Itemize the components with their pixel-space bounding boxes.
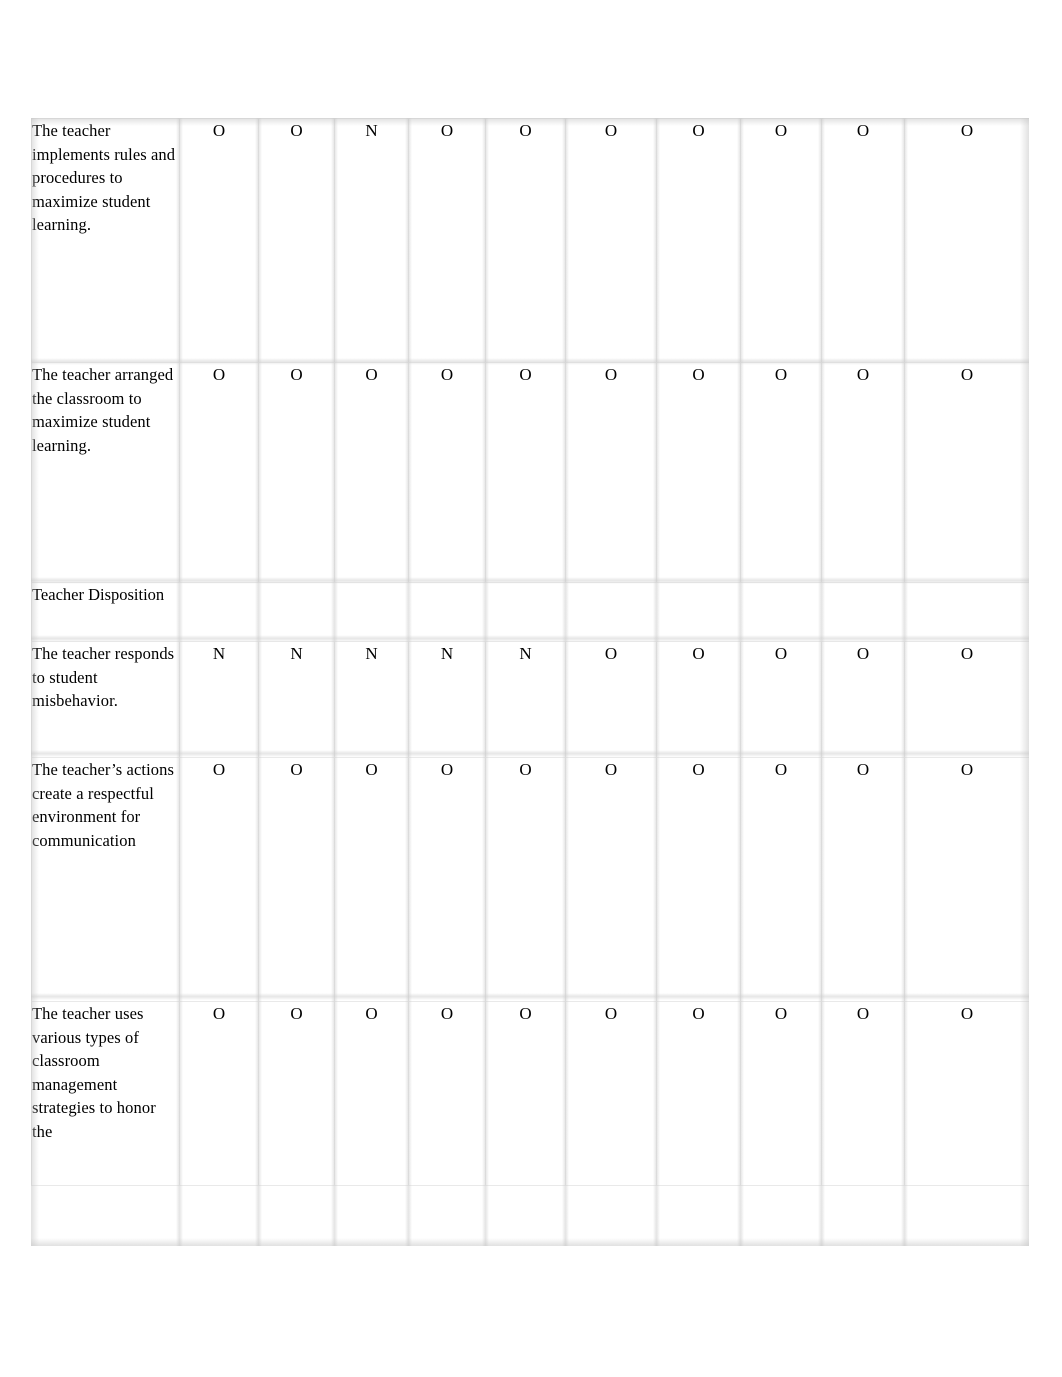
rating-cell[interactable]: O: [565, 118, 657, 363]
rubric-table: The teacher implements rules and procedu…: [31, 118, 1029, 1186]
rating-cell[interactable]: O: [656, 118, 741, 363]
rating-cell[interactable]: O: [179, 362, 259, 583]
rating-cell[interactable]: O: [656, 362, 741, 583]
rating-cell[interactable]: O: [179, 1001, 259, 1186]
table-row: The teacher responds to student misbehav…: [31, 641, 1029, 758]
rating-cell[interactable]: O: [821, 757, 905, 1002]
rating-cell[interactable]: O: [334, 362, 409, 583]
rating-cell[interactable]: O: [740, 118, 822, 363]
table-row: The teacher uses various types of classr…: [31, 1001, 1029, 1186]
criterion-label: The teacher implements rules and procedu…: [31, 118, 180, 363]
rating-cell[interactable]: O: [565, 757, 657, 1002]
rating-cell[interactable]: O: [408, 118, 486, 363]
rating-cell[interactable]: O: [179, 757, 259, 1002]
rating-cell[interactable]: O: [740, 1001, 822, 1186]
rating-cell[interactable]: O: [904, 757, 1029, 1002]
rating-cell[interactable]: N: [485, 641, 566, 758]
rating-cell[interactable]: O: [821, 362, 905, 583]
rating-cell[interactable]: O: [656, 1001, 741, 1186]
rating-cell[interactable]: O: [334, 1001, 409, 1186]
table-row: The teacher implements rules and procedu…: [31, 118, 1029, 363]
document-page: The teacher implements rules and procedu…: [0, 0, 1062, 1377]
rating-cell[interactable]: N: [258, 641, 335, 758]
rating-cell[interactable]: O: [821, 641, 905, 758]
rating-cell[interactable]: N: [408, 641, 486, 758]
rating-cell[interactable]: N: [334, 641, 409, 758]
rating-cell[interactable]: O: [740, 757, 822, 1002]
criterion-label: The teacher responds to student misbehav…: [31, 641, 180, 758]
rating-cell[interactable]: N: [334, 118, 409, 363]
table-row: The teacher arranged the classroom to ma…: [31, 362, 1029, 583]
rating-cell[interactable]: O: [904, 641, 1029, 758]
rating-cell[interactable]: O: [821, 1001, 905, 1186]
rating-cell[interactable]: O: [740, 641, 822, 758]
rating-cell[interactable]: O: [904, 362, 1029, 583]
rating-cell[interactable]: O: [821, 118, 905, 363]
rating-cell[interactable]: N: [179, 641, 259, 758]
rating-cell[interactable]: O: [565, 362, 657, 583]
rating-cell[interactable]: O: [565, 641, 657, 758]
rating-cell[interactable]: O: [258, 757, 335, 1002]
table-section-row: Teacher Disposition: [31, 582, 1029, 642]
rating-cell[interactable]: O: [485, 1001, 566, 1186]
criterion-label: The teacher’s actions create a respectfu…: [31, 757, 180, 1002]
rating-cell[interactable]: O: [408, 362, 486, 583]
rating-cell[interactable]: O: [904, 118, 1029, 363]
rating-cell[interactable]: O: [258, 118, 335, 363]
rating-cell[interactable]: O: [258, 1001, 335, 1186]
rating-cell[interactable]: O: [565, 1001, 657, 1186]
rubric-table-container: The teacher implements rules and procedu…: [31, 118, 1029, 1246]
rating-cell[interactable]: O: [656, 757, 741, 1002]
rating-cell[interactable]: O: [740, 362, 822, 583]
section-heading: Teacher Disposition: [31, 582, 1029, 642]
rating-cell[interactable]: O: [485, 118, 566, 363]
rating-cell[interactable]: O: [485, 362, 566, 583]
criterion-label: The teacher arranged the classroom to ma…: [31, 362, 180, 583]
rating-cell[interactable]: O: [904, 1001, 1029, 1186]
rating-cell[interactable]: O: [485, 757, 566, 1002]
rating-cell[interactable]: O: [334, 757, 409, 1002]
table-row: The teacher’s actions create a respectfu…: [31, 757, 1029, 1002]
rating-cell[interactable]: O: [408, 1001, 486, 1186]
rating-cell[interactable]: O: [408, 757, 486, 1002]
criterion-label: The teacher uses various types of classr…: [31, 1001, 180, 1186]
table-edge-bottom: [31, 1238, 1029, 1246]
rating-cell[interactable]: O: [656, 641, 741, 758]
rating-cell[interactable]: O: [179, 118, 259, 363]
rating-cell[interactable]: O: [258, 362, 335, 583]
